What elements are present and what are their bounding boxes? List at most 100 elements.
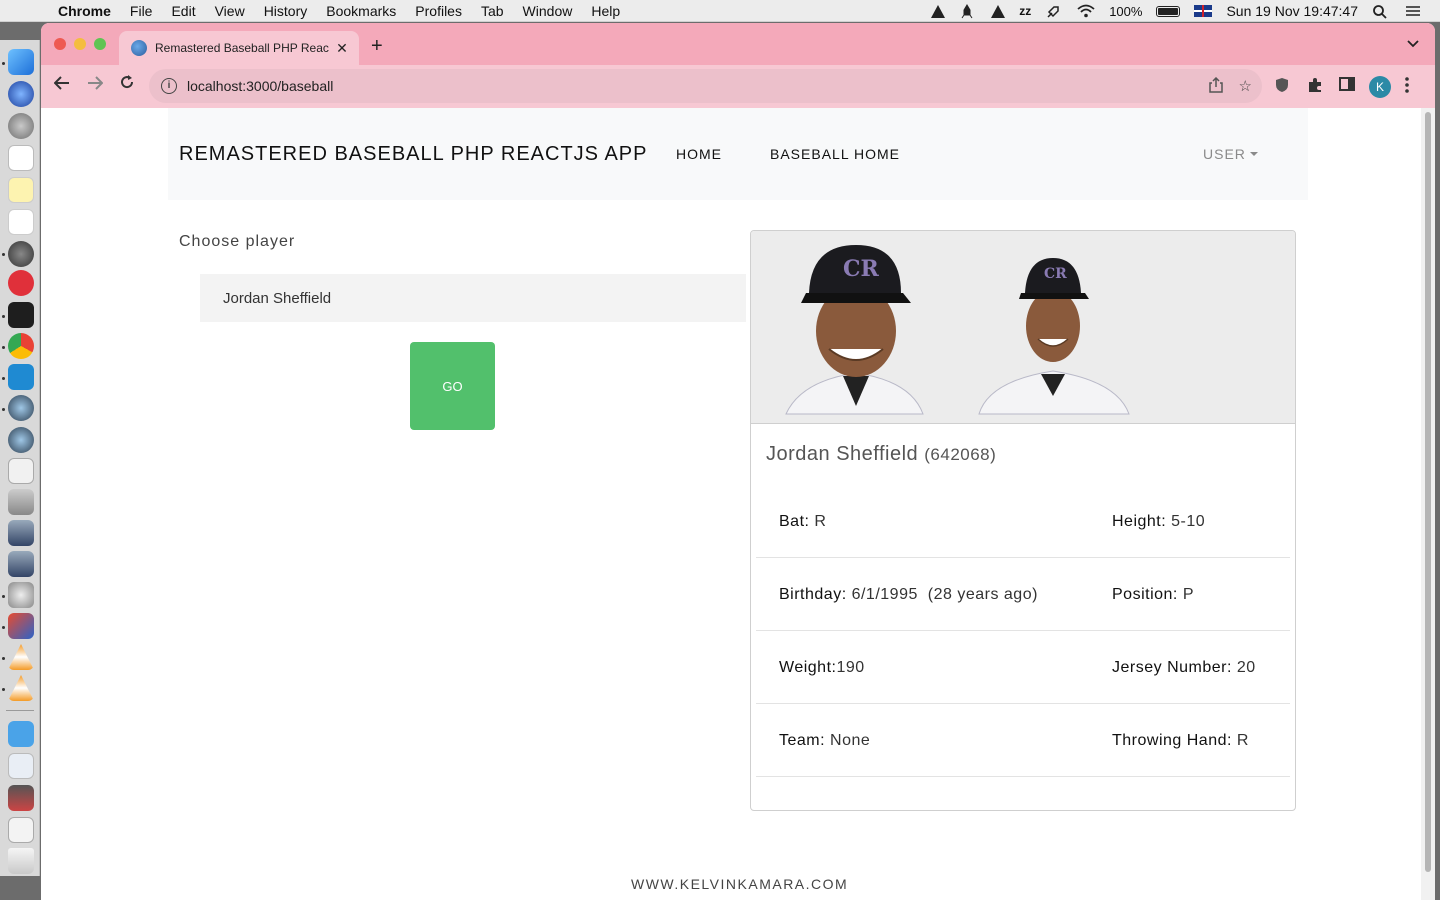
- creative-cloud-icon[interactable]: [8, 270, 34, 296]
- chrome-icon[interactable]: [8, 333, 34, 359]
- dock-running-indicator: [2, 315, 5, 318]
- rocket-launch-status-icon[interactable]: [1045, 4, 1063, 18]
- extensions-puzzle-icon[interactable]: [1307, 77, 1323, 97]
- documents-stack-icon[interactable]: [8, 753, 34, 779]
- address-url[interactable]: localhost:3000/baseball: [187, 78, 333, 94]
- dock-running-indicator: [2, 688, 5, 691]
- battery-icon[interactable]: [1156, 5, 1181, 17]
- calendar-icon[interactable]: [8, 145, 34, 171]
- birthday-field: Birthday: 6/1/1995 (28 years ago): [779, 586, 1038, 604]
- menu-view[interactable]: View: [215, 3, 245, 19]
- vlc-icon[interactable]: [8, 644, 34, 670]
- globe-favicon-icon: [131, 40, 147, 56]
- electron-app-icon[interactable]: [8, 395, 34, 421]
- chrome-menu-icon[interactable]: [1405, 77, 1409, 97]
- virtualbox-icon-2[interactable]: [8, 551, 34, 577]
- nav-home-link[interactable]: HOME: [676, 146, 722, 162]
- footer-link[interactable]: WWW.KELVINKAMARA.COM: [631, 876, 848, 892]
- info-row: Team: None Throwing Hand: R: [756, 704, 1290, 777]
- info-label: Throwing Hand:: [1112, 732, 1232, 749]
- side-panel-icon[interactable]: [1339, 77, 1355, 95]
- menu-window[interactable]: Window: [523, 3, 573, 19]
- menu-profiles[interactable]: Profiles: [415, 3, 462, 19]
- zoom-window-button[interactable]: [94, 38, 106, 50]
- player-name: Jordan Sheffield: [766, 443, 919, 465]
- spotlight-search-icon[interactable]: [1372, 4, 1390, 19]
- terminal-icon[interactable]: [8, 302, 34, 328]
- site-brand[interactable]: REMASTERED BASEBALL PHP REACTJS APP: [179, 143, 647, 166]
- minimize-window-button[interactable]: [74, 38, 86, 50]
- menu-file[interactable]: File: [130, 3, 153, 19]
- safari-icon[interactable]: [8, 81, 34, 107]
- tab-close-icon[interactable]: ✕: [333, 40, 351, 57]
- bookmark-star-icon[interactable]: ☆: [1239, 77, 1252, 97]
- control-center-icon[interactable]: [1404, 4, 1422, 18]
- choose-player-label: Choose player: [179, 233, 296, 250]
- page-scrollbar[interactable]: [1421, 108, 1435, 900]
- menubar-clock[interactable]: Sun 19 Nov 19:47:47: [1226, 3, 1358, 19]
- notes-icon[interactable]: [8, 177, 34, 203]
- vlc-status-icon[interactable]: [931, 4, 946, 18]
- reminders-icon[interactable]: [8, 209, 34, 235]
- vscode-icon[interactable]: [8, 364, 34, 390]
- close-window-button[interactable]: [54, 38, 66, 50]
- browser-tab[interactable]: Remastered Baseball PHP Reac ✕: [119, 31, 359, 65]
- caret-down-icon: [1249, 152, 1258, 156]
- disk-utility-icon[interactable]: [8, 241, 34, 267]
- ublock-extension-icon[interactable]: [1275, 77, 1289, 97]
- rocket-status-icon[interactable]: [959, 4, 977, 19]
- user-dropdown[interactable]: USER: [1203, 146, 1258, 162]
- info-row: Birthday: 6/1/1995 (28 years ago) Positi…: [756, 558, 1290, 631]
- reload-icon[interactable]: [115, 74, 139, 95]
- site-navbar: REMASTERED BASEBALL PHP REACTJS APP HOME…: [168, 108, 1308, 200]
- vlc-icon-2[interactable]: [8, 675, 34, 701]
- tab-search-chevron-icon[interactable]: [1407, 35, 1419, 51]
- vlc-status-icon-2[interactable]: [991, 4, 1006, 18]
- new-tab-icon[interactable]: +: [371, 35, 383, 58]
- menu-edit[interactable]: Edit: [171, 3, 195, 19]
- trash-icon[interactable]: [8, 848, 34, 874]
- menu-app-name[interactable]: Chrome: [58, 3, 111, 19]
- bat-field: Bat: R: [779, 513, 826, 531]
- recent-items-stack-icon[interactable]: [8, 817, 34, 843]
- nav-baseball-home-link[interactable]: BASEBALL HOME: [770, 146, 900, 162]
- downloads-folder-icon[interactable]: [8, 721, 34, 747]
- wifi-icon[interactable]: [1077, 4, 1095, 18]
- go-button[interactable]: GO: [410, 342, 495, 430]
- input-source-flag-icon[interactable]: [1194, 5, 1213, 17]
- sleep-status-icon[interactable]: zz: [1019, 4, 1031, 18]
- macos-menu-bar: Chrome File Edit View History Bookmarks …: [0, 0, 1440, 22]
- dock-running-indicator: [2, 657, 5, 660]
- finder-icon[interactable]: [8, 49, 34, 75]
- back-arrow-icon[interactable]: [50, 74, 74, 95]
- sequel-pro-icon[interactable]: [8, 458, 34, 484]
- forward-arrow-icon[interactable]: [83, 74, 107, 95]
- weight-field: Weight:190: [779, 659, 865, 677]
- menu-help[interactable]: Help: [591, 3, 620, 19]
- share-icon[interactable]: [1208, 76, 1223, 97]
- svg-text:CR: CR: [843, 256, 880, 282]
- scrollbar-thumb[interactable]: [1425, 112, 1431, 872]
- virtualbox-icon[interactable]: [8, 520, 34, 546]
- menu-bookmarks[interactable]: Bookmarks: [326, 3, 396, 19]
- menu-tab[interactable]: Tab: [481, 3, 504, 19]
- database-icon[interactable]: [8, 489, 34, 515]
- throwing-hand-field: Throwing Hand: R: [1112, 732, 1249, 750]
- info-value: None: [825, 732, 871, 749]
- info-label: Jersey Number:: [1112, 659, 1232, 676]
- jersey-number-field: Jersey Number: 20: [1112, 659, 1256, 677]
- network-monitor-icon[interactable]: [8, 613, 34, 639]
- screenshots-stack-icon[interactable]: [8, 785, 34, 811]
- profile-avatar[interactable]: K: [1369, 76, 1391, 98]
- info-label: Height:: [1112, 513, 1167, 530]
- electron-app-icon-2[interactable]: [8, 427, 34, 453]
- menu-history[interactable]: History: [264, 3, 308, 19]
- system-preferences-icon[interactable]: [8, 582, 34, 608]
- address-bar[interactable]: i localhost:3000/baseball ☆: [149, 69, 1262, 103]
- dock-running-indicator: [2, 346, 5, 349]
- launchpad-icon[interactable]: [8, 113, 34, 139]
- site-info-icon[interactable]: i: [161, 78, 177, 94]
- info-value: 190: [836, 659, 865, 676]
- player-headshot-small: CR: [978, 258, 1130, 415]
- player-select[interactable]: Jordan Sheffield: [200, 274, 746, 322]
